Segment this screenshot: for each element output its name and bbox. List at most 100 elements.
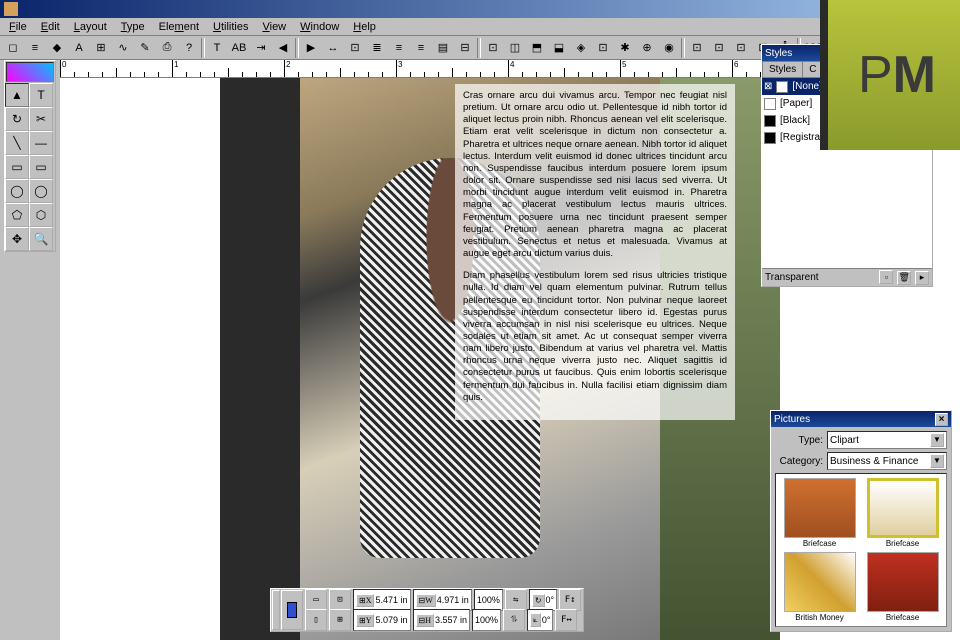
- toolbar-button[interactable]: ▤: [432, 37, 454, 59]
- toolbar-button[interactable]: ≡: [388, 37, 410, 59]
- tool-button[interactable]: —: [29, 131, 53, 155]
- toolbar-button[interactable]: ⊟: [454, 37, 476, 59]
- flip-v-icon[interactable]: F↕: [559, 589, 581, 611]
- category-combo[interactable]: Business & Finance ▼: [827, 452, 947, 470]
- tool-button[interactable]: ✥: [5, 227, 29, 251]
- scale-x[interactable]: 100%: [474, 589, 503, 611]
- y-field[interactable]: ⊞Y5.079 in: [353, 609, 411, 631]
- thumb-image: [867, 552, 939, 612]
- ref-icon[interactable]: ⊡: [329, 589, 351, 611]
- toolbar-button[interactable]: ⬓: [548, 37, 570, 59]
- toolbar-button[interactable]: ⇥: [250, 37, 272, 59]
- toolbar-button[interactable]: T: [206, 37, 228, 59]
- toolbar-button[interactable]: ≡: [410, 37, 432, 59]
- tool-button[interactable]: ◯: [5, 179, 29, 203]
- obj2-icon[interactable]: ▯: [305, 609, 327, 631]
- chevron-down-icon[interactable]: ▼: [930, 433, 944, 447]
- menu-type[interactable]: Type: [114, 19, 152, 35]
- toolbar-button[interactable]: ⬒: [526, 37, 548, 59]
- toolbar-button[interactable]: ?: [178, 37, 200, 59]
- tab-styles[interactable]: Styles: [762, 61, 803, 77]
- control-palette[interactable]: ▭⊡⊞X5.471 in⊟W4.971 in100%⇋↻0°F↕ ▯⊞⊞Y5.07…: [270, 588, 584, 632]
- tool-button[interactable]: ◯: [29, 179, 53, 203]
- w-field[interactable]: ⊟W4.971 in: [413, 589, 472, 611]
- toolbar-button[interactable]: ≡: [24, 37, 46, 59]
- menu-layout[interactable]: Layout: [67, 19, 114, 35]
- toolbar-button[interactable]: ⊡: [482, 37, 504, 59]
- clipart-thumb[interactable]: British Money: [780, 552, 859, 622]
- close-icon[interactable]: ×: [935, 413, 948, 426]
- menu-utilities[interactable]: Utilities: [206, 19, 255, 35]
- flip-v2-icon[interactable]: F↔: [555, 609, 577, 631]
- tool-button[interactable]: ✂: [29, 107, 53, 131]
- toolbar-button[interactable]: ⊕: [636, 37, 658, 59]
- x-field[interactable]: ⊞X5.471 in: [353, 589, 411, 611]
- color-swatch[interactable]: [6, 62, 54, 82]
- rotate-field[interactable]: ↻0°: [529, 589, 557, 611]
- toolbar-button[interactable]: ≣: [366, 37, 388, 59]
- flip-h2-icon[interactable]: ⥮: [503, 609, 525, 631]
- grip-handle[interactable]: [272, 590, 280, 630]
- toolbar-button[interactable]: ↔: [322, 37, 344, 59]
- page-indicator[interactable]: [281, 590, 303, 630]
- menu-edit[interactable]: Edit: [34, 19, 67, 35]
- toolbar-button[interactable]: ◀: [272, 37, 294, 59]
- chevron-down-icon[interactable]: ▼: [930, 454, 944, 468]
- toolbar-button[interactable]: ⊡: [344, 37, 366, 59]
- menu-element[interactable]: Element: [152, 19, 206, 35]
- text-frame[interactable]: Cras ornare arcu dui vivamus arcu. Tempo…: [455, 84, 735, 420]
- skew-field[interactable]: ⟀0°: [527, 609, 553, 631]
- palette-footer: Transparent ▫ 🗑 ▸: [762, 268, 932, 286]
- tool-button[interactable]: ╲: [5, 131, 29, 155]
- toolbar-button[interactable]: ⊡: [686, 37, 708, 59]
- ref2-icon[interactable]: ⊞: [329, 609, 351, 631]
- toolbar-button[interactable]: ⎙: [156, 37, 178, 59]
- tool-button[interactable]: ⬠: [5, 203, 29, 227]
- toolbar-button[interactable]: ✎: [134, 37, 156, 59]
- menu-icon[interactable]: ▸: [915, 271, 929, 285]
- scale-y[interactable]: 100%: [472, 609, 501, 631]
- toolbar-button[interactable]: AB: [228, 37, 250, 59]
- trash-icon[interactable]: 🗑: [897, 271, 911, 285]
- toolbar-button[interactable]: ▶: [300, 37, 322, 59]
- menu-window[interactable]: Window: [293, 19, 346, 35]
- toolbar-button[interactable]: ◈: [570, 37, 592, 59]
- toolbar-button[interactable]: ⊡: [592, 37, 614, 59]
- tool-button[interactable]: ↻: [5, 107, 29, 131]
- flip-h-icon[interactable]: ⇋: [505, 589, 527, 611]
- tool-button[interactable]: ▲: [5, 83, 29, 107]
- menu-help[interactable]: Help: [346, 19, 383, 35]
- clipart-thumb[interactable]: Briefcase: [863, 478, 942, 548]
- toolbar-button[interactable]: A: [68, 37, 90, 59]
- pictures-palette[interactable]: Pictures × Type: Clipart ▼ Category: Bus…: [770, 410, 952, 632]
- obj-icon[interactable]: ▭: [305, 589, 327, 611]
- toolbar-button[interactable]: ✱: [614, 37, 636, 59]
- menu-view[interactable]: View: [255, 19, 293, 35]
- h-field[interactable]: ⊟H3.557 in: [413, 609, 471, 631]
- clipart-thumb[interactable]: Briefcase: [863, 552, 942, 622]
- toolbar-button[interactable]: ⊡: [708, 37, 730, 59]
- tool-button[interactable]: ⬡: [29, 203, 53, 227]
- new-style-icon[interactable]: ▫: [879, 270, 893, 284]
- toolbox-palette[interactable]: ▲T↻✂╲—▭▭◯◯⬠⬡✥🔍: [4, 60, 56, 252]
- menu-file[interactable]: File: [2, 19, 34, 35]
- palette-titlebar[interactable]: Pictures ×: [771, 411, 951, 427]
- toolbar-button[interactable]: ⊡: [730, 37, 752, 59]
- category-field: Category: Business & Finance ▼: [775, 452, 947, 470]
- toolbar-button[interactable]: ∿: [112, 37, 134, 59]
- toolbar-button[interactable]: ⊞: [90, 37, 112, 59]
- tool-button[interactable]: ▭: [29, 155, 53, 179]
- tool-button[interactable]: ▭: [5, 155, 29, 179]
- toolbar-button[interactable]: ◆: [46, 37, 68, 59]
- thumbnail-grid[interactable]: BriefcaseBriefcaseBritish MoneyBriefcase: [775, 473, 947, 627]
- body-paragraph[interactable]: Diam phasellus vestibulum lorem sed risu…: [463, 270, 727, 404]
- tool-button[interactable]: 🔍: [29, 227, 53, 251]
- color-swatch: [764, 98, 776, 110]
- toolbar-button[interactable]: ◉: [658, 37, 680, 59]
- toolbar-button[interactable]: ◻: [2, 37, 24, 59]
- clipart-thumb[interactable]: Briefcase: [780, 478, 859, 548]
- type-combo[interactable]: Clipart ▼: [827, 431, 947, 449]
- body-paragraph[interactable]: Cras ornare arcu dui vivamus arcu. Tempo…: [463, 90, 727, 260]
- tool-button[interactable]: T: [29, 83, 53, 107]
- toolbar-button[interactable]: ◫: [504, 37, 526, 59]
